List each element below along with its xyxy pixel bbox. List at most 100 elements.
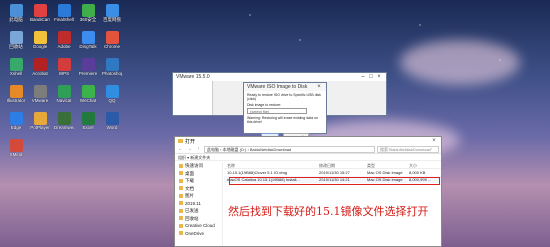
sidebar-item[interactable]: 图片 — [175, 192, 222, 200]
navigation-pane: 快速访问桌面 下载文档图片 2019.11 已发送回收站 Creative Cloud O… — [175, 162, 223, 246]
sidebar-item-label: 文档 — [185, 185, 194, 191]
app-icon — [81, 58, 95, 71]
file-date: 2019/11/30 15:27 — [319, 170, 350, 175]
desktop-app-icon[interactable]: 此电脑 — [6, 4, 26, 22]
desktop-icon-label: XMind — [9, 152, 23, 157]
sidebar-item[interactable]: OneDrive — [175, 230, 222, 238]
up-arrow-icon[interactable]: ↑ — [195, 146, 202, 152]
desktop-app-icon[interactable]: BandiCam — [30, 4, 50, 22]
vmware-titlebar: VMware 15.5.0 – □ × — [173, 73, 386, 81]
folder-icon — [179, 223, 183, 228]
desktop-icon-label: Excel — [82, 125, 94, 130]
app-icon — [57, 112, 71, 125]
close-icon[interactable]: × — [430, 138, 438, 144]
app-icon — [105, 31, 119, 44]
desktop-icon-label: DingTalk — [79, 44, 97, 49]
folder-icon — [179, 171, 183, 176]
sidebar-item[interactable]: 文档 — [175, 185, 222, 193]
desktop-icon-label: 回收站 — [9, 44, 23, 49]
desktop-app-icon[interactable]: WeChat — [78, 85, 98, 103]
sidebar-item-label: 下载 — [185, 178, 194, 183]
desktop-app-icon[interactable]: Word — [102, 112, 122, 130]
desktop-app-icon[interactable]: 回收站 — [6, 31, 26, 49]
desktop-app-icon[interactable]: Xshell — [6, 58, 26, 76]
disk-image-field[interactable]: (select file) — [247, 108, 307, 114]
desktop-app-icon[interactable]: VMware — [30, 85, 50, 103]
desktop-icon-label: VMware — [31, 98, 49, 103]
back-arrow-icon[interactable]: ← — [177, 146, 184, 152]
organize-toolbar[interactable]: 组织 ▾ 新建文件夹 — [175, 154, 441, 161]
desktop-app-icon[interactable]: 百度网盘 — [102, 4, 122, 22]
app-icon — [105, 112, 119, 125]
file-row[interactable]: 10.15.1(19B88)Clover 5.1 IO.dmg 2019/11/… — [224, 169, 441, 176]
column-type[interactable]: 类型 — [367, 162, 409, 168]
column-name[interactable]: 名称 — [224, 162, 319, 168]
app-icon — [105, 58, 119, 71]
app-icon — [9, 4, 23, 17]
desktop-app-icon[interactable]: Premiere — [78, 58, 98, 76]
app-icon — [9, 85, 23, 98]
desktop-app-icon[interactable]: Chrome — [102, 31, 122, 49]
desktop-app-icon[interactable]: Photoshop — [102, 58, 122, 76]
desktop-app-icon[interactable]: Acrobat — [30, 58, 50, 76]
desktop-app-icon[interactable]: QQ — [102, 85, 122, 103]
column-size[interactable]: 大小 — [409, 162, 439, 168]
desktop-app-icon[interactable]: XMind — [6, 139, 26, 157]
restore-warning: Warning: Restoring will erase existing d… — [247, 116, 318, 124]
sidebar-item-label: OneDrive — [185, 230, 205, 236]
sidebar-item[interactable]: 快速访问 — [175, 162, 222, 170]
desktop-app-icon[interactable]: Illustrator — [6, 85, 26, 103]
desktop-app-icon[interactable]: Edge — [6, 112, 26, 130]
desktop-app-icon[interactable]: Google — [30, 31, 50, 49]
desktop-app-icon[interactable]: DingTalk — [78, 31, 98, 49]
sidebar-item[interactable]: 下载 — [175, 177, 222, 185]
app-icon — [105, 85, 119, 98]
app-icon — [57, 4, 71, 17]
app-icon — [9, 112, 23, 125]
desktop-app-icon[interactable]: Navicat — [54, 85, 74, 103]
close-icon[interactable]: × — [375, 74, 383, 80]
sidebar-item-label: 已发送 — [185, 208, 199, 213]
sidebar-item-label: 图片 — [185, 193, 194, 198]
sidebar-item[interactable]: 2019.11 — [175, 200, 222, 208]
file-type: Mac OS Disk Image — [367, 170, 403, 175]
desktop-app-icon[interactable]: FinalShell — [54, 4, 74, 22]
sidebar-item-label: Creative Cloud — [185, 223, 215, 228]
desktop-app-icon[interactable]: Adobe — [54, 31, 74, 49]
desktop-app-icon[interactable]: PotPlayer — [30, 112, 50, 130]
close-icon[interactable]: × — [315, 84, 323, 90]
vmware-tree[interactable] — [173, 81, 213, 115]
app-icon — [33, 4, 47, 17]
desktop-app-icon[interactable]: Dreamweaver — [54, 112, 74, 130]
search-input[interactable]: 搜索"BaiduNetdiskDownload" — [377, 145, 439, 153]
desktop-app-icon[interactable]: WPS — [54, 58, 74, 76]
column-date[interactable]: 修改日期 — [319, 162, 367, 168]
forward-arrow-icon[interactable]: → — [186, 146, 193, 152]
sidebar-item-label: 快速访问 — [185, 163, 203, 168]
highlight-box — [229, 177, 440, 185]
desktop-icon-label: 360安全 — [79, 17, 97, 22]
desktop-icon-label: Xshell — [9, 71, 23, 76]
minimize-icon[interactable]: – — [359, 74, 367, 80]
desktop-app-icon[interactable]: 360安全 — [78, 4, 98, 22]
app-icon — [9, 31, 23, 44]
sidebar-item[interactable]: 已发送 — [175, 207, 222, 215]
sidebar-item[interactable]: 桌面 — [175, 170, 222, 178]
desktop-icon-label: BandiCam — [30, 17, 50, 22]
desktop-icon-label: Premiere — [78, 71, 98, 76]
sidebar-item[interactable]: 回收站 — [175, 215, 222, 223]
folder-icon — [179, 201, 183, 206]
restore-dialog-titlebar: VMware ISO Image to Disk × — [244, 83, 326, 91]
address-bar: ← → ↑ 此电脑 › 本地磁盘 (D:) › BaiduNetdiskDown… — [175, 145, 441, 154]
sidebar-item[interactable]: Creative Cloud — [175, 222, 222, 230]
path-field[interactable]: 此电脑 › 本地磁盘 (D:) › BaiduNetdiskDownload — [204, 145, 375, 153]
desktop-icon-label: Dreamweaver — [54, 125, 74, 130]
desktop-app-icon[interactable]: Excel — [78, 112, 98, 130]
desktop-icon-label: 此电脑 — [9, 17, 23, 22]
desktop-icon-label: WeChat — [79, 98, 97, 103]
sidebar-item-label: 回收站 — [185, 215, 199, 221]
folder-icon — [179, 208, 183, 213]
app-icon — [9, 139, 23, 152]
maximize-icon[interactable]: □ — [367, 74, 375, 80]
folder-icon — [179, 193, 183, 198]
